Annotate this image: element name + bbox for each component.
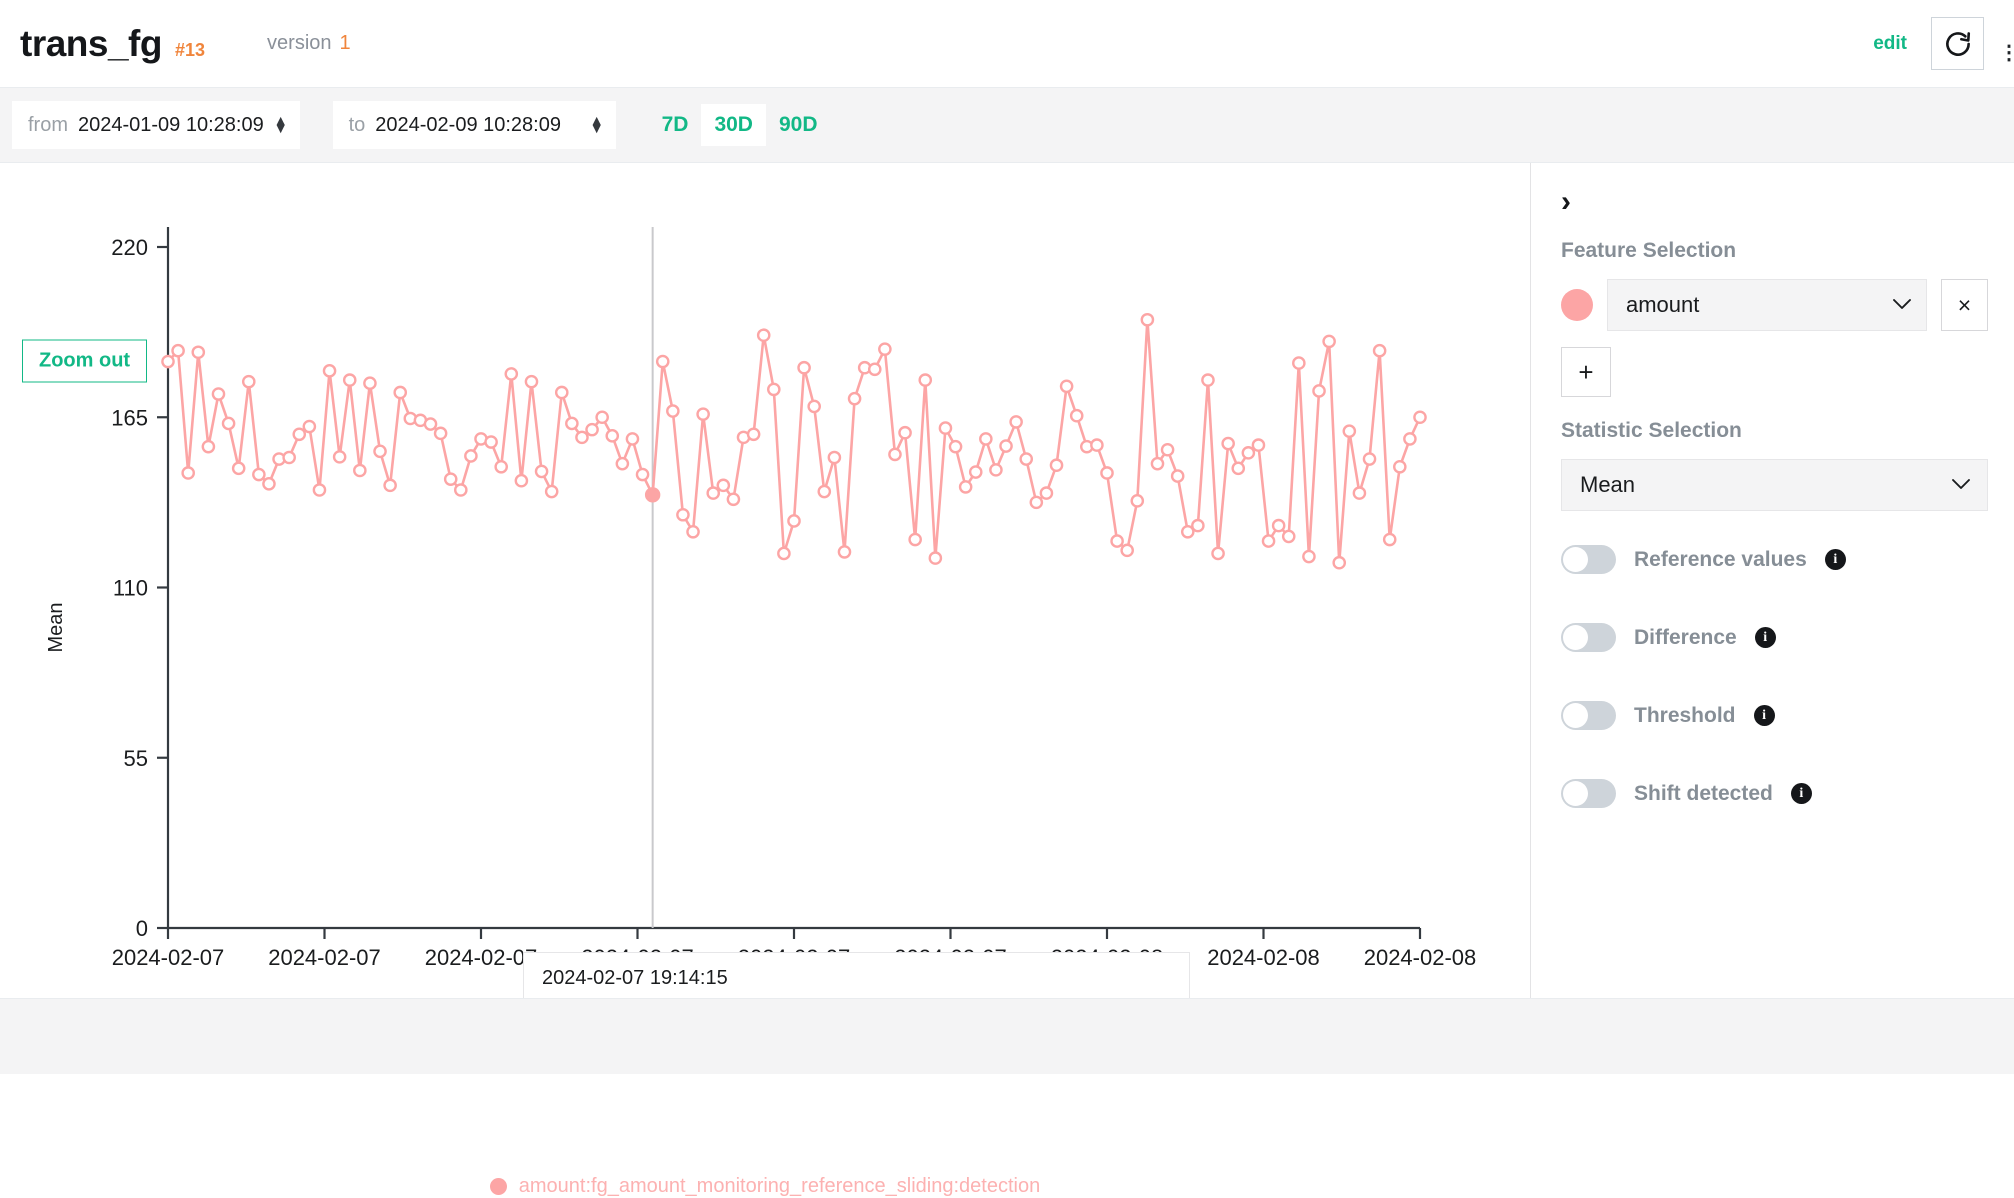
toggle-difference[interactable] (1561, 623, 1616, 652)
toggle-label-reference-values: Reference values (1634, 548, 1807, 572)
toggle-label-difference: Difference (1634, 626, 1737, 650)
toggle-row-threshold: Threshold i (1561, 701, 1988, 730)
toggle-knob (1563, 625, 1588, 650)
toggle-shift-detected[interactable] (1561, 779, 1616, 808)
svg-text:165: 165 (111, 405, 148, 430)
chart-legend: amount:fg_amount_monitoring_reference_sl… (0, 1175, 1530, 1198)
refresh-icon (1943, 29, 1973, 59)
svg-text:2024-02-07: 2024-02-07 (268, 945, 381, 970)
chart-pane: Zoom out 055110165220Mean2024-02-072024-… (0, 163, 1531, 1073)
version-label: version (267, 32, 331, 55)
toggle-threshold[interactable] (1561, 701, 1616, 730)
info-icon[interactable]: i (1791, 783, 1812, 804)
svg-text:110: 110 (113, 576, 148, 601)
to-date-field[interactable]: to 2024-02-09 10:28:09 ▲ ▼ (333, 101, 616, 149)
version-number: 1 (340, 32, 351, 55)
toggle-row-difference: Difference i (1561, 623, 1988, 652)
app-header: trans_fg #13 version 1 edit ⋮ (0, 0, 2014, 88)
title-group: trans_fg #13 (20, 23, 205, 65)
toggle-reference-values[interactable] (1561, 545, 1616, 574)
page-title: trans_fg (20, 23, 162, 65)
from-value: 2024-01-09 10:28:09 (78, 114, 264, 137)
stepper-down-icon: ▼ (590, 125, 604, 133)
to-value: 2024-02-09 10:28:09 (375, 114, 561, 137)
content-area: Zoom out 055110165220Mean2024-02-072024-… (0, 163, 2014, 1073)
legend-color-dot (490, 1178, 507, 1195)
svg-text:Mean: Mean (45, 602, 67, 652)
chevron-down-icon (1892, 295, 1912, 315)
toggle-knob (1563, 703, 1588, 728)
settings-panel: › Feature Selection amount × + Statistic… (1531, 163, 2014, 1073)
feature-row: amount × (1561, 279, 1988, 331)
edit-link[interactable]: edit (1873, 33, 1907, 55)
toggle-knob (1563, 547, 1588, 572)
toggle-row-shift-detected: Shift detected i (1561, 779, 1988, 808)
stepper-down-icon: ▼ (274, 125, 288, 133)
feature-selection-label: Feature Selection (1561, 239, 1988, 263)
from-date-field[interactable]: from 2024-01-09 10:28:09 ▲ ▼ (12, 101, 300, 149)
statistic-selection-label: Statistic Selection (1561, 419, 1988, 443)
date-range-toolbar: from 2024-01-09 10:28:09 ▲ ▼ to 2024-02-… (0, 88, 2014, 163)
statistic-select[interactable]: Mean (1561, 459, 1988, 511)
overflow-menu-icon[interactable]: ⋮ (1999, 40, 2014, 65)
toggle-label-shift-detected: Shift detected (1634, 782, 1773, 806)
info-icon[interactable]: i (1754, 705, 1775, 726)
chevron-down-icon (1951, 475, 1971, 495)
to-stepper[interactable]: ▲ ▼ (590, 117, 604, 132)
range-button-7d[interactable]: 7D (649, 104, 702, 146)
svg-text:2024-02-07: 2024-02-07 (425, 945, 538, 970)
time-series-chart[interactable]: 055110165220Mean2024-02-072024-02-072024… (0, 163, 1531, 1073)
feature-select-value: amount (1626, 292, 1699, 318)
toggle-row-reference-values: Reference values i (1561, 545, 1988, 574)
from-stepper[interactable]: ▲ ▼ (274, 117, 288, 132)
remove-feature-button[interactable]: × (1941, 279, 1988, 331)
info-icon[interactable]: i (1825, 549, 1846, 570)
svg-text:2024-02-08: 2024-02-08 (1364, 945, 1477, 970)
legend-label[interactable]: amount:fg_amount_monitoring_reference_sl… (519, 1175, 1040, 1198)
tooltip-timestamp: 2024-02-07 19:14:15 (542, 967, 1171, 990)
footer-strip (0, 998, 2014, 1074)
svg-text:55: 55 (124, 746, 148, 771)
plus-icon: + (1578, 357, 1593, 388)
svg-text:0: 0 (136, 916, 148, 941)
svg-text:220: 220 (111, 235, 148, 260)
refresh-button[interactable] (1931, 17, 1984, 70)
quick-range-group: 7D 30D 90D (649, 104, 831, 146)
from-label: from (28, 114, 68, 137)
add-feature-button[interactable]: + (1561, 347, 1611, 397)
run-id-badge: #13 (175, 40, 205, 61)
statistic-select-value: Mean (1580, 472, 1635, 498)
range-button-90d[interactable]: 90D (766, 104, 831, 146)
feature-select[interactable]: amount (1607, 279, 1927, 331)
feature-color-swatch (1561, 289, 1593, 321)
close-icon: × (1958, 292, 1971, 319)
version-group: version 1 (267, 32, 351, 55)
header-actions: edit (1873, 17, 1984, 70)
to-label: to (349, 114, 366, 137)
toggle-knob (1563, 781, 1588, 806)
svg-text:2024-02-07: 2024-02-07 (112, 945, 225, 970)
collapse-panel-icon[interactable]: › (1561, 187, 1591, 217)
range-button-30d[interactable]: 30D (701, 104, 766, 146)
svg-text:2024-02-08: 2024-02-08 (1207, 945, 1320, 970)
info-icon[interactable]: i (1755, 627, 1776, 648)
toggle-label-threshold: Threshold (1634, 704, 1736, 728)
